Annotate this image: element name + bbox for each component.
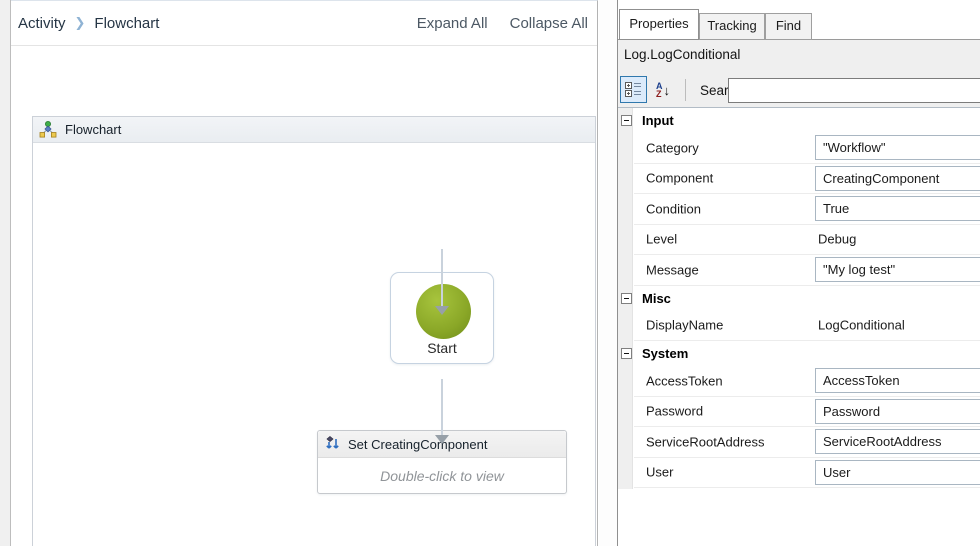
property-value: Password xyxy=(823,404,880,419)
property-label: Password xyxy=(646,404,703,419)
property-row-component: Component CreatingComponent xyxy=(634,164,980,195)
property-label: Component xyxy=(646,171,713,186)
property-label: Condition xyxy=(646,201,701,216)
property-row-condition: Condition True xyxy=(634,194,980,225)
flowchart-icon xyxy=(39,121,57,138)
property-group-header-system: System xyxy=(618,341,980,366)
set-node-title: Set CreatingComponent xyxy=(348,437,487,452)
window-left-rail xyxy=(0,0,11,546)
connector-arrowhead-icon xyxy=(435,435,449,444)
tab-find[interactable]: Find xyxy=(765,13,812,40)
property-value-editor[interactable]: "My log test" xyxy=(815,257,980,282)
tab-tracking[interactable]: Tracking xyxy=(699,13,765,40)
property-value-editor[interactable]: ServiceRootAddress xyxy=(815,429,980,454)
property-value-editor[interactable]: User xyxy=(815,460,980,485)
property-value: True xyxy=(823,201,849,216)
property-value-editor[interactable]: CreatingComponent xyxy=(815,166,980,191)
tab-properties[interactable]: Properties xyxy=(619,9,699,40)
workflow-designer-panel: Activity ❯ Flowchart Expand All Collapse… xyxy=(11,0,598,546)
connector-start-to-set[interactable] xyxy=(441,249,443,308)
property-row-user: User User xyxy=(634,458,980,489)
property-value: "My log test" xyxy=(823,262,895,277)
collapse-minus-icon[interactable] xyxy=(621,115,632,126)
properties-header: Log.LogConditional AZ ↓ Search: xyxy=(618,39,980,108)
search-input[interactable] xyxy=(728,78,980,103)
property-row-displayname: DisplayName LogConditional xyxy=(634,311,980,342)
collapse-minus-icon[interactable] xyxy=(621,293,632,304)
collapse-minus-icon[interactable] xyxy=(621,348,632,359)
property-label: Category xyxy=(646,140,699,155)
property-value: ServiceRootAddress xyxy=(823,434,942,449)
breadcrumb-item-activity[interactable]: Activity xyxy=(18,15,66,32)
property-value: "Workflow" xyxy=(823,140,885,155)
property-label: User xyxy=(646,465,673,480)
connector-arrowhead-icon xyxy=(435,306,449,315)
start-node-label: Start xyxy=(391,340,493,356)
panel-splitter[interactable] xyxy=(599,0,617,546)
property-group-name: System xyxy=(642,346,688,361)
expand-all-button[interactable]: Expand All xyxy=(417,15,488,32)
property-row-password: Password Password xyxy=(634,397,980,428)
property-value[interactable]: LogConditional xyxy=(818,318,905,333)
breadcrumb: Activity ❯ Flowchart Expand All Collapse… xyxy=(11,1,597,46)
flowchart-header[interactable]: Flowchart xyxy=(33,117,595,143)
flowchart-activity-container: Flowchart Start Set CreatingComponent xyxy=(32,116,596,546)
property-value-editor[interactable]: AccessToken xyxy=(815,368,980,393)
connector-set-to-log[interactable] xyxy=(441,379,443,437)
property-value: CreatingComponent xyxy=(823,171,939,186)
property-value-editor[interactable]: Password xyxy=(815,399,980,424)
property-row-category: Category "Workflow" xyxy=(634,133,980,164)
breadcrumb-item-flowchart[interactable]: Flowchart xyxy=(94,15,159,32)
sequence-icon xyxy=(325,436,341,452)
property-group-header-input: Input xyxy=(618,108,980,133)
property-group-header-misc: Misc xyxy=(618,286,980,311)
categorized-icon xyxy=(625,81,642,98)
property-label: ServiceRootAddress xyxy=(646,434,765,449)
alphabetical-sort-button[interactable]: AZ ↓ xyxy=(650,78,676,102)
property-label: AccessToken xyxy=(646,373,723,388)
property-label: Level xyxy=(646,232,677,247)
property-group-name: Misc xyxy=(642,291,671,306)
categorized-view-button[interactable] xyxy=(620,76,647,103)
property-row-level: Level Debug xyxy=(634,225,980,256)
property-value[interactable]: Debug xyxy=(818,232,856,247)
property-label: Message xyxy=(646,262,699,277)
toolbar-separator xyxy=(685,79,686,101)
property-grid: Input Category "Workflow" Component Crea… xyxy=(618,108,980,488)
az-sort-icon: AZ ↓ xyxy=(656,82,670,98)
flowchart-title: Flowchart xyxy=(65,122,121,137)
property-group-name: Input xyxy=(642,113,674,128)
property-label: DisplayName xyxy=(646,318,723,333)
property-row-servicerootaddress: ServiceRootAddress ServiceRootAddress xyxy=(634,427,980,458)
property-row-message: Message "My log test" xyxy=(634,255,980,286)
collapse-all-button[interactable]: Collapse All xyxy=(510,15,588,32)
property-row-accesstoken: AccessToken AccessToken xyxy=(634,366,980,397)
property-value: User xyxy=(823,465,850,480)
property-value-editor[interactable]: True xyxy=(815,196,980,221)
chevron-right-icon: ❯ xyxy=(75,15,86,31)
property-value-editor[interactable]: "Workflow" xyxy=(815,135,980,160)
selection-title: Log.LogConditional xyxy=(624,47,740,62)
set-node-hint: Double-click to view xyxy=(318,458,566,494)
property-value: AccessToken xyxy=(823,373,900,388)
properties-panel: Properties Tracking Find Log.LogConditio… xyxy=(617,0,980,546)
